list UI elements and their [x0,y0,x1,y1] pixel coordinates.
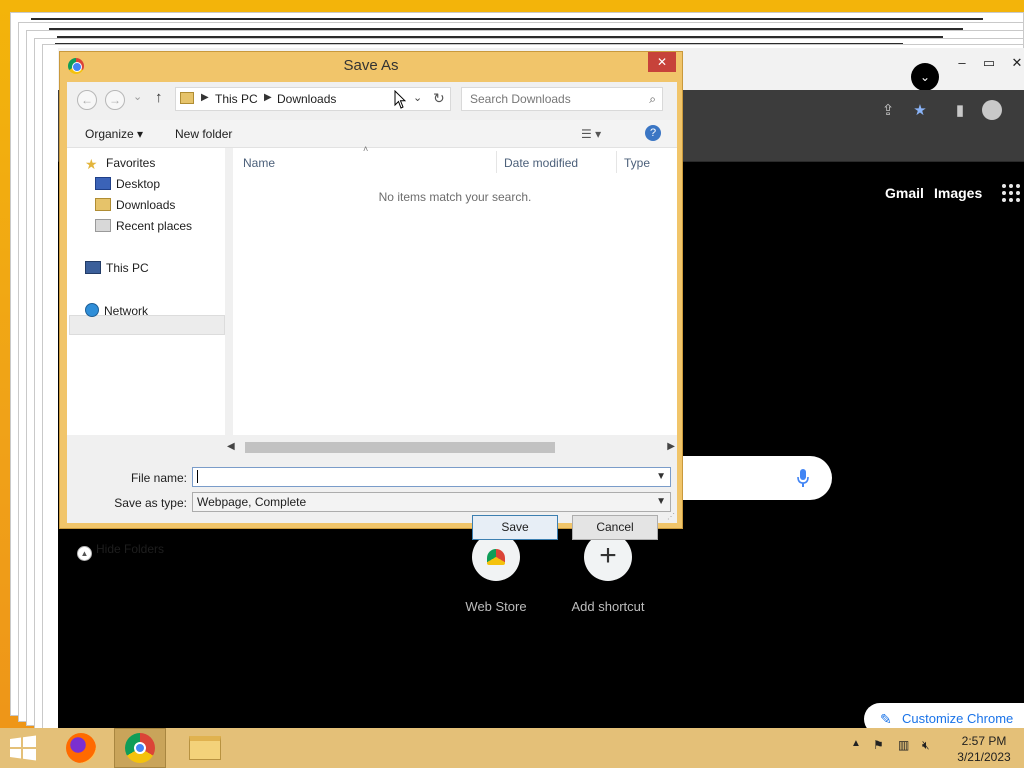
show-hidden-icons-icon[interactable]: ▲ [851,738,861,749]
breadcrumb-downloads[interactable]: Downloads [277,92,336,106]
shortcut-add[interactable]: + Add shortcut [558,533,658,614]
customize-chrome-label: Customize Chrome [902,711,1014,726]
firefox-icon [66,733,96,763]
breadcrumb-chevron-icon: ▶ [264,92,272,103]
search-input[interactable]: Search Downloads ⌕ [461,87,663,111]
column-divider[interactable] [616,151,617,173]
save-as-type-dropdown-icon[interactable]: ▼ [656,493,666,511]
file-explorer-taskbar-button[interactable] [184,728,226,768]
firefox-taskbar-button[interactable] [60,728,102,768]
nav-recent-places[interactable]: Recent places [95,219,192,233]
recent-locations-icon[interactable]: ⌄ [133,90,142,103]
file-name-label: File name: [130,471,187,485]
dialog-title: Save As [343,57,399,74]
text-caret [197,470,198,483]
column-date-modified[interactable]: Date modified [504,156,578,170]
command-bar: Organize ▾ New folder ☰ ▾ ? [67,120,677,148]
computer-icon [85,261,101,274]
up-icon[interactable]: ↑ [155,89,163,106]
nav-network[interactable]: Network [85,303,148,318]
new-folder-button[interactable]: New folder [175,127,232,141]
hide-folders-toggle[interactable]: ▲ Hide Folders [77,542,164,561]
nav-desktop[interactable]: Desktop [95,177,160,191]
google-apps-icon[interactable] [1002,184,1020,202]
shortcut-label: Add shortcut [571,599,645,614]
selected-item-highlight [69,315,225,335]
breadcrumb-this-pc[interactable]: This PC [215,92,258,106]
start-button[interactable] [8,728,42,768]
organize-button[interactable]: Organize ▾ [85,127,143,141]
help-icon[interactable]: ? [645,125,661,141]
column-name[interactable]: Name [243,156,275,170]
save-as-dialog: Save As ✕ ← → ⌄ ↑ ▶ This PC ▶ Downloads … [59,51,683,561]
chrome-taskbar-button[interactable] [114,728,166,768]
file-name-input[interactable]: ▼ [192,467,671,487]
close-icon[interactable]: ✕ [1008,56,1024,70]
resize-grip-icon[interactable]: ⋰ [667,512,675,521]
search-placeholder: Search Downloads [470,92,571,106]
network-status-icon[interactable]: ▥ [898,738,909,752]
address-dropdown-icon[interactable]: ⌄ [413,91,422,104]
save-button[interactable]: Save [472,515,558,540]
windows-logo-icon [10,735,36,761]
images-link[interactable]: Images [934,185,982,201]
dialog-body: ← → ⌄ ↑ ▶ This PC ▶ Downloads ⌄ ↻ Search… [67,82,677,561]
cancel-button[interactable]: Cancel [572,515,658,540]
scroll-right-icon[interactable]: ▶ [667,439,675,455]
action-center-flag-icon[interactable]: ⚑ [873,738,884,752]
downloads-folder-icon [95,198,111,211]
sort-arrow-icon: ˄ [363,144,369,154]
save-as-type-select[interactable]: Webpage, Complete ▼ [192,492,671,512]
star-icon: ★ [85,156,98,172]
back-icon[interactable]: ← [77,90,97,110]
view-options-icon[interactable]: ☰ ▾ [581,127,601,141]
web-store-icon [472,533,520,581]
add-icon: + [584,533,632,581]
forward-icon[interactable]: → [105,90,125,110]
address-bar[interactable]: ▶ This PC ▶ Downloads ⌄ [175,87,451,111]
scrollbar-thumb[interactable] [245,442,555,453]
share-icon[interactable]: ⇪ [877,100,899,122]
microphone-icon[interactable] [796,468,810,488]
shortcut-web-store[interactable]: Web Store [446,533,546,614]
volume-muted-icon[interactable]: 🔇︎ [922,738,930,753]
side-panel-icon[interactable]: ▮ [949,100,971,122]
minimize-icon[interactable]: – [953,56,971,70]
dialog-close-button[interactable]: ✕ [648,52,676,72]
taskbar: ▲ ⚑ ▥ 🔇︎ 2:57 PM 3/21/2023 [0,728,1024,768]
column-type[interactable]: Type [624,156,650,170]
bookmark-star-icon[interactable]: ★ [909,100,931,122]
recent-places-icon [95,219,111,232]
horizontal-scrollbar[interactable]: ◀ ▶ [227,439,677,455]
breadcrumb-chevron-icon: ▶ [201,92,209,103]
network-icon [85,303,99,317]
maximize-icon[interactable]: ▭ [980,56,998,70]
save-as-type-label: Save as type: [114,496,187,510]
file-list: ˄ Name Date modified Type No items match… [233,144,677,435]
search-icon: ⌕ [649,92,656,106]
mouse-cursor-icon [394,90,406,109]
tab-search-icon[interactable]: ⌄ [911,63,939,91]
clock-date: 3/21/2023 [957,750,1011,764]
gmail-link[interactable]: Gmail [885,185,924,201]
nav-favorites[interactable]: ★ Favorites [85,156,155,172]
scroll-left-icon[interactable]: ◀ [227,439,235,455]
collapse-icon: ▲ [77,546,92,561]
refresh-icon[interactable]: ↻ [433,90,445,107]
column-divider[interactable] [496,151,497,173]
chrome-icon [125,733,155,763]
profile-avatar-icon[interactable] [981,100,1003,122]
file-explorer-icon [189,736,221,760]
system-clock[interactable]: 2:57 PM 3/21/2023 [944,733,1024,765]
empty-message: No items match your search. [378,190,532,204]
nav-this-pc[interactable]: This PC [85,261,149,275]
nav-downloads[interactable]: Downloads [95,198,175,212]
navigation-pane: ★ Favorites Desktop Downloads Recent plac… [67,148,225,435]
folder-icon [180,92,194,104]
clock-time: 2:57 PM [961,734,1007,748]
desktop-icon [95,177,111,190]
save-as-type-value: Webpage, Complete [197,495,307,509]
file-name-dropdown-icon[interactable]: ▼ [656,468,666,486]
shortcut-label: Web Store [465,599,527,614]
